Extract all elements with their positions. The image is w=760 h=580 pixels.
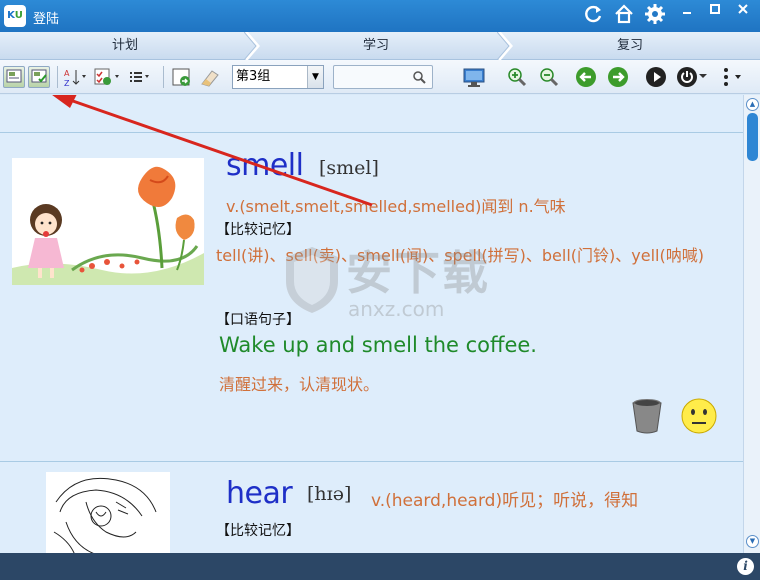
app-logo: KU [4,5,26,27]
title-bar: KU 登陆 [0,0,760,32]
tab-bar: 计划 学习 复习 [0,32,760,60]
chevron-down-icon[interactable]: ▼ [307,66,323,88]
window-title: 登陆 [33,12,60,27]
group-select-value: 第3组 [236,69,271,84]
definition: v.(heard,heard)听见；听说，得知 [371,491,639,511]
trash-icon[interactable] [630,397,664,435]
tab-review[interactable]: 复习 [510,32,750,60]
watermark-text: 安下载 [346,246,490,300]
sort-az-icon[interactable]: AZ [63,66,86,88]
compare-label: 【比较记忆】 [216,523,300,539]
power-dropdown-icon[interactable] [698,69,708,91]
group-select[interactable]: 第3组 ▼ [232,65,324,89]
list-icon[interactable] [127,66,149,88]
close-icon[interactable] [730,3,756,23]
card-view-icon[interactable] [3,66,25,88]
toolbar-divider [57,66,58,88]
prev-icon[interactable] [576,67,596,87]
annotation-arrow [52,95,373,207]
refresh-icon[interactable] [582,3,606,29]
power-icon[interactable] [677,67,697,87]
check-card-icon[interactable] [28,66,50,88]
vertical-scrollbar[interactable]: ▲ ▼ [743,95,760,553]
shield-icon [286,247,338,313]
play-icon[interactable] [646,67,666,87]
example-sentence: Wake up and smell the coffee. [219,333,537,357]
monitor-icon[interactable] [462,66,485,88]
toolbar-divider [163,66,164,88]
word-title: hear [226,476,293,511]
export-icon[interactable] [170,66,192,88]
scroll-down-icon[interactable]: ▼ [746,535,759,548]
minimize-icon[interactable] [674,3,700,23]
zoom-in-icon[interactable] [505,66,527,88]
gear-icon[interactable] [643,3,667,29]
smiley-icon[interactable] [680,397,718,435]
next-icon[interactable] [608,67,628,87]
word-illustration [46,472,170,553]
zoom-out-icon[interactable] [537,66,559,88]
sentence-translation: 清醒过来，认清现状。 [219,375,380,394]
scroll-thumb[interactable] [747,113,758,161]
phonetic: [hɪə] [307,483,352,505]
checklist-icon[interactable] [93,66,119,88]
toolbar: AZ 第3组 ▼ [0,60,760,94]
search-icon[interactable] [412,68,426,90]
tab-plan[interactable]: 计划 [0,32,250,60]
search-input[interactable] [333,65,433,89]
watermark-url: anxz.com [348,297,445,321]
svg-text:A: A [64,69,70,78]
divider [0,461,743,462]
svg-text:Z: Z [64,79,70,88]
scroll-up-icon[interactable]: ▲ [746,98,759,111]
info-icon[interactable]: i [737,558,754,575]
eraser-icon[interactable] [198,66,220,88]
watermark: 安下载 anxz.com [282,235,572,329]
maximize-icon[interactable] [702,3,728,23]
status-bar: i [0,553,760,580]
home-icon[interactable] [612,3,636,29]
more-icon[interactable] [718,66,741,88]
word-list: smell [smel] v.(smelt,smelt,smelled,smel… [0,95,743,553]
tab-study[interactable]: 学习 [255,32,497,60]
